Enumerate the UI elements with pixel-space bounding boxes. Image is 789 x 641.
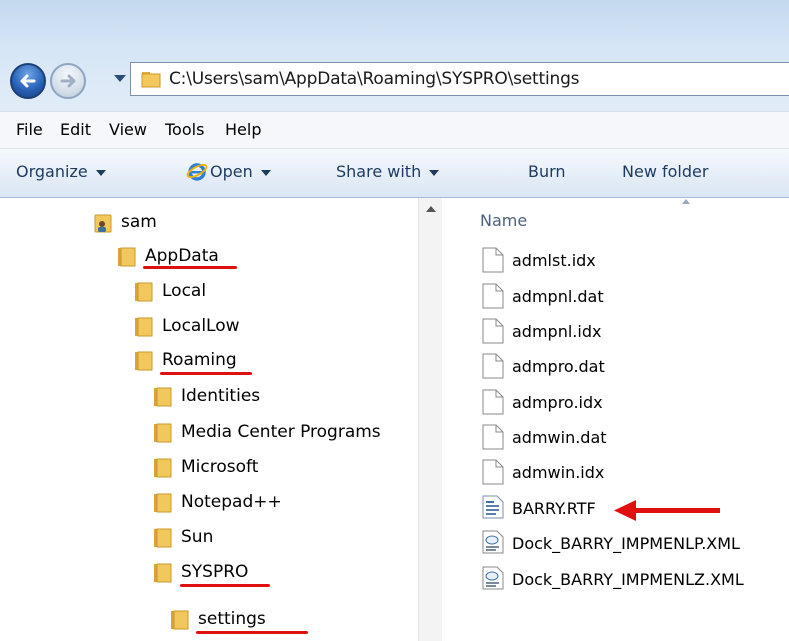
scroll-up-icon[interactable]	[426, 206, 436, 212]
folder-icon	[154, 458, 172, 478]
file-name: BARRY.RTF	[512, 499, 596, 518]
tree-item-label: sam	[121, 212, 157, 232]
tree-scrollbar[interactable]	[418, 198, 442, 641]
blank-file-icon	[482, 318, 504, 344]
blank-file-icon	[482, 424, 504, 450]
blank-file-icon	[482, 389, 504, 415]
blank-file-icon	[482, 247, 504, 273]
menu-tools[interactable]: Tools	[165, 120, 204, 139]
annotation-underline	[160, 372, 252, 375]
xml-file-icon	[482, 566, 504, 590]
back-button[interactable]	[10, 63, 46, 99]
open-button[interactable]: Open	[210, 162, 271, 181]
folder-icon	[154, 563, 172, 583]
organize-button[interactable]: Organize	[16, 162, 106, 181]
file-name: admpro.idx	[512, 393, 603, 412]
annotation-underline	[143, 266, 237, 269]
back-arrow-icon	[20, 74, 36, 88]
share-with-button[interactable]: Share with	[336, 162, 440, 181]
annotation-underline	[196, 631, 308, 634]
blank-file-icon	[482, 353, 504, 379]
user-folder-icon	[94, 214, 112, 233]
navigation-tree: sam AppData Local LocalLow Roaming Ident…	[0, 198, 442, 641]
tree-item-label: Media Center Programs	[181, 422, 381, 442]
tree-item-label: Roaming	[162, 350, 237, 370]
address-bar[interactable]: C:\Users\sam\AppData\Roaming\SYSPRO\sett…	[130, 62, 789, 96]
folder-icon	[154, 493, 172, 513]
xml-file-icon	[482, 530, 504, 554]
file-name: admlst.idx	[512, 251, 596, 270]
menu-bar: File Edit View Tools Help	[0, 111, 789, 149]
sort-ascending-icon	[682, 199, 690, 204]
annotation-underline	[180, 584, 270, 587]
blank-file-icon	[482, 283, 504, 309]
command-bar: Organize Open Share with Burn New folder	[0, 149, 789, 198]
tree-item-label: Microsoft	[181, 457, 259, 477]
folder-icon	[171, 610, 189, 630]
forward-arrow-icon	[60, 74, 76, 88]
annotation-arrow-icon	[614, 500, 720, 521]
chevron-down-icon	[260, 169, 271, 176]
menu-edit[interactable]: Edit	[60, 120, 91, 139]
address-path[interactable]: C:\Users\sam\AppData\Roaming\SYSPRO\sett…	[169, 69, 580, 89]
blank-file-icon	[482, 459, 504, 485]
tree-item-label: Sun	[181, 527, 214, 547]
folder-icon	[135, 351, 153, 371]
tree-item-label: AppData	[145, 246, 219, 266]
menu-view[interactable]: View	[109, 120, 147, 139]
file-name: admpro.dat	[512, 357, 605, 376]
new-folder-button[interactable]: New folder	[622, 162, 708, 181]
chevron-down-icon	[95, 169, 106, 176]
tree-item-label: Local	[162, 281, 207, 301]
folder-icon	[141, 72, 161, 88]
file-name: admpnl.dat	[512, 287, 604, 306]
file-name: Dock_BARRY_IMPMENLZ.XML	[512, 570, 744, 589]
folder-icon	[135, 282, 153, 302]
file-name: admwin.idx	[512, 463, 605, 482]
burn-button[interactable]: Burn	[528, 162, 566, 181]
folder-icon	[154, 528, 172, 548]
file-name: Dock_BARRY_IMPMENLP.XML	[512, 534, 740, 553]
menu-help[interactable]: Help	[225, 120, 261, 139]
tree-item-label: LocalLow	[162, 316, 240, 336]
file-name: admwin.dat	[512, 428, 607, 447]
tree-item-label: settings	[198, 609, 266, 629]
folder-icon	[135, 317, 153, 337]
tree-item-label: Notepad++	[181, 492, 282, 512]
column-header-name[interactable]: Name	[480, 211, 527, 230]
chevron-down-icon	[429, 169, 440, 176]
folder-icon	[154, 423, 172, 443]
tree-item-label: Identities	[181, 386, 261, 406]
file-name: admpnl.idx	[512, 322, 602, 341]
folder-icon	[154, 387, 172, 407]
tree-item-label: SYSPRO	[181, 562, 249, 582]
explorer-window: C:\Users\sam\AppData\Roaming\SYSPRO\sett…	[0, 0, 789, 641]
internet-explorer-icon	[186, 163, 208, 181]
menu-file[interactable]: File	[16, 120, 43, 139]
folder-icon	[118, 247, 136, 267]
rtf-file-icon	[482, 495, 504, 519]
forward-button[interactable]	[50, 63, 86, 99]
recent-pages-dropdown-icon[interactable]	[114, 75, 126, 82]
